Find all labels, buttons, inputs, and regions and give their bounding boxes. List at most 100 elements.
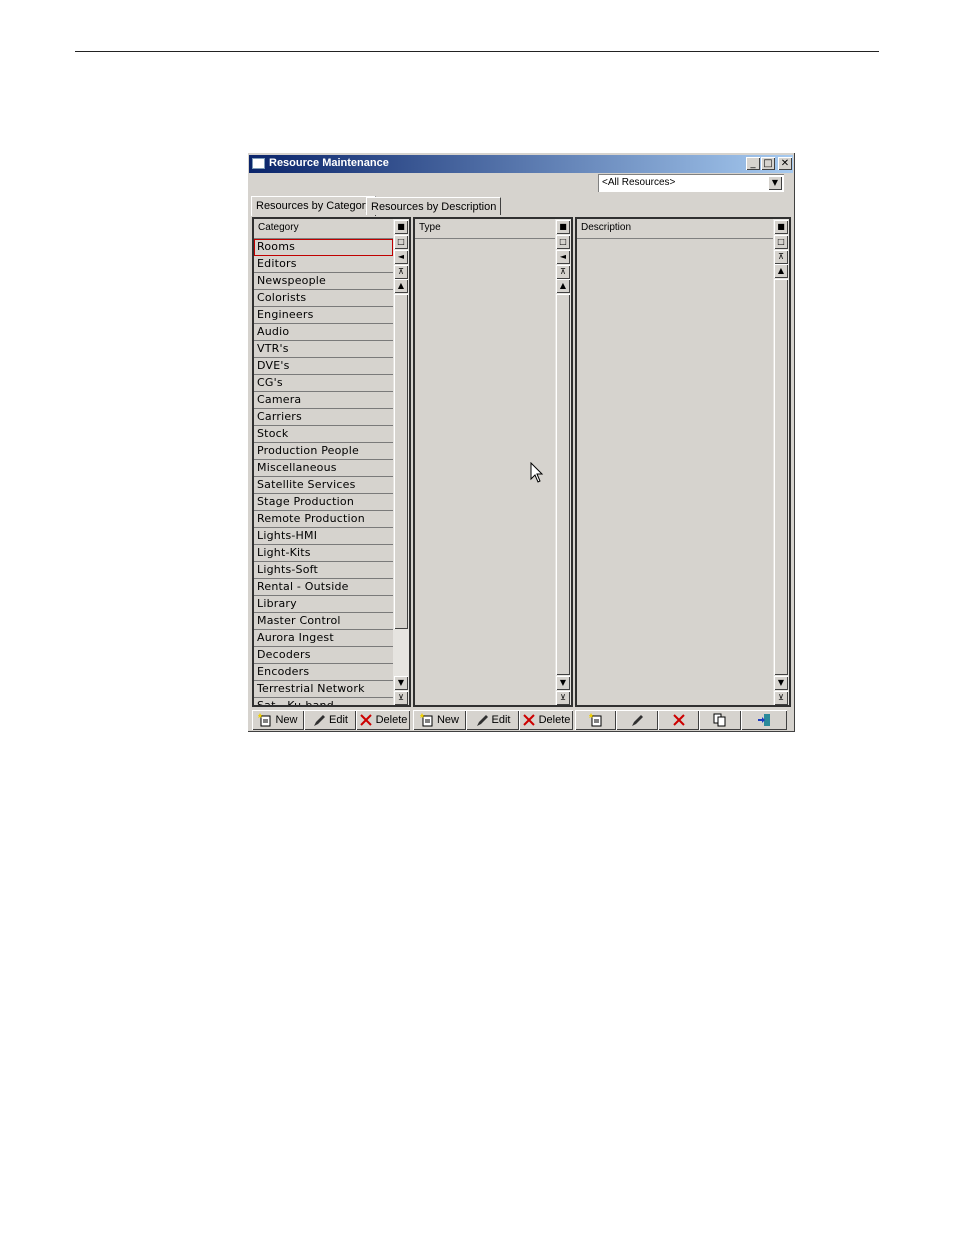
type-delete-button[interactable]: Delete	[519, 710, 573, 730]
list-item[interactable]: Library	[254, 596, 393, 613]
type-button-bar: New Edit Delete	[413, 710, 573, 730]
red-x-icon	[359, 714, 372, 726]
list-item[interactable]: Colorists	[254, 290, 393, 307]
type-new-button[interactable]: New	[413, 710, 466, 730]
description-new-button[interactable]	[575, 710, 616, 730]
delete-label: Delete	[538, 714, 571, 726]
list-item[interactable]: Sat - Ku-band	[254, 698, 393, 705]
scroll-bottom-icon[interactable]: ⊻	[774, 691, 788, 705]
category-list[interactable]: Rooms Editors Newspeople Colorists Engineers…	[254, 239, 393, 705]
type-edit-button[interactable]: Edit	[466, 710, 519, 730]
list-item[interactable]: Rooms	[254, 239, 393, 256]
new-label: New	[436, 714, 459, 726]
list-item[interactable]: Master Control	[254, 613, 393, 630]
close-button[interactable]: ✕	[778, 157, 792, 170]
window-icon	[252, 158, 265, 169]
list-item[interactable]: Stage Production	[254, 494, 393, 511]
scroll-corner-icon[interactable]: ■	[394, 220, 408, 234]
list-item[interactable]: Carriers	[254, 409, 393, 426]
category-edit-button[interactable]: Edit	[304, 710, 356, 730]
type-panel: Type ■ □ ◄ ⊼ ▲ ▼ ⊻	[413, 217, 573, 707]
edit-label: Edit	[491, 714, 511, 726]
list-item[interactable]: DVE's	[254, 358, 393, 375]
scroll-thumb[interactable]	[774, 279, 788, 675]
list-item[interactable]: Lights-HMI	[254, 528, 393, 545]
list-item[interactable]: CG's	[254, 375, 393, 392]
pencil-icon	[314, 715, 326, 726]
resource-filter-dropdown[interactable]: <All Resources> ▼	[598, 174, 784, 192]
scroll-up-icon[interactable]: ▲	[556, 279, 570, 293]
list-item[interactable]: Rental - Outside	[254, 579, 393, 596]
list-item[interactable]: Encoders	[254, 664, 393, 681]
scroll-box-icon[interactable]: □	[774, 235, 788, 249]
scroll-left-icon[interactable]: ◄	[394, 250, 408, 264]
scroll-up-icon[interactable]: ▲	[774, 264, 788, 278]
scroll-left-icon[interactable]: ◄	[556, 250, 570, 264]
maximize-button[interactable]: □	[761, 157, 775, 170]
delete-label: Delete	[375, 714, 408, 726]
scroll-down-icon[interactable]: ▼	[774, 676, 788, 690]
scroll-down-icon[interactable]: ▼	[394, 676, 408, 690]
title-bar[interactable]: Resource Maintenance _ □ ✕	[249, 155, 793, 173]
category-scrollbar[interactable]: ■ □ ◄ ⊼ ▲ ▼ ⊻	[393, 219, 409, 705]
description-scrollbar[interactable]: ■ □ ⊼ ▲ ▼ ⊻	[773, 219, 789, 705]
pencil-icon	[476, 715, 488, 726]
scroll-box-icon[interactable]: □	[556, 235, 570, 249]
list-item[interactable]: Remote Production	[254, 511, 393, 528]
category-panel: Category Rooms Editors Newspeople Colorists…	[252, 217, 411, 707]
list-item[interactable]: Aurora Ingest	[254, 630, 393, 647]
pencil-icon	[632, 715, 643, 726]
list-item[interactable]: Editors	[254, 256, 393, 273]
list-item[interactable]: Light-Kits	[254, 545, 393, 562]
category-header: Category	[254, 219, 393, 239]
new-document-icon	[419, 713, 433, 727]
exit-door-icon	[758, 714, 770, 726]
list-item[interactable]: Terrestrial Network	[254, 681, 393, 698]
description-edit-button[interactable]	[616, 710, 658, 730]
scroll-top-icon[interactable]: ⊼	[774, 250, 788, 264]
category-new-button[interactable]: New	[252, 710, 304, 730]
tab-resources-by-description[interactable]: Resources by Description	[366, 197, 502, 215]
resource-maintenance-window: Resource Maintenance _ □ ✕ <All Resource…	[247, 152, 795, 732]
filter-value: <All Resources>	[602, 177, 676, 188]
scroll-corner-icon[interactable]: ■	[774, 220, 788, 234]
page-top-rule	[75, 51, 879, 52]
scroll-thumb[interactable]	[556, 294, 570, 675]
chevron-down-icon[interactable]: ▼	[768, 176, 782, 190]
list-item[interactable]: Newspeople	[254, 273, 393, 290]
type-header: Type	[415, 219, 555, 239]
new-document-icon	[588, 713, 601, 727]
description-delete-button[interactable]	[658, 710, 699, 730]
list-item[interactable]: Decoders	[254, 647, 393, 664]
description-panel: Description ■ □ ⊼ ▲ ▼ ⊻	[575, 217, 791, 707]
tab-resources-by-category[interactable]: Resources by Category	[251, 196, 376, 216]
scroll-up-icon[interactable]: ▲	[394, 279, 408, 293]
scroll-down-icon[interactable]: ▼	[556, 676, 570, 690]
scroll-bottom-icon[interactable]: ⊻	[556, 691, 570, 705]
scroll-top-icon[interactable]: ⊼	[394, 265, 408, 279]
scroll-corner-icon[interactable]: ■	[556, 220, 570, 234]
red-x-icon	[672, 714, 685, 726]
list-item[interactable]: Engineers	[254, 307, 393, 324]
scroll-bottom-icon[interactable]: ⊻	[394, 691, 408, 705]
list-item[interactable]: Stock	[254, 426, 393, 443]
list-item[interactable]: Camera	[254, 392, 393, 409]
list-item[interactable]: Miscellaneous	[254, 460, 393, 477]
new-label: New	[275, 714, 298, 726]
description-button-bar	[575, 710, 787, 730]
list-item[interactable]: Lights-Soft	[254, 562, 393, 579]
type-scrollbar[interactable]: ■ □ ◄ ⊼ ▲ ▼ ⊻	[555, 219, 571, 705]
list-item[interactable]: VTR's	[254, 341, 393, 358]
scroll-thumb[interactable]	[394, 294, 408, 629]
list-item[interactable]: Satellite Services	[254, 477, 393, 494]
scroll-box-icon[interactable]: □	[394, 235, 408, 249]
list-item[interactable]: Audio	[254, 324, 393, 341]
scroll-top-icon[interactable]: ⊼	[556, 265, 570, 279]
exit-button[interactable]	[741, 710, 787, 730]
category-delete-button[interactable]: Delete	[356, 710, 410, 730]
description-copy-button[interactable]	[699, 710, 741, 730]
description-header: Description	[577, 219, 773, 239]
minimize-button[interactable]: _	[746, 157, 760, 170]
list-item[interactable]: Production People	[254, 443, 393, 460]
edit-label: Edit	[329, 714, 348, 726]
